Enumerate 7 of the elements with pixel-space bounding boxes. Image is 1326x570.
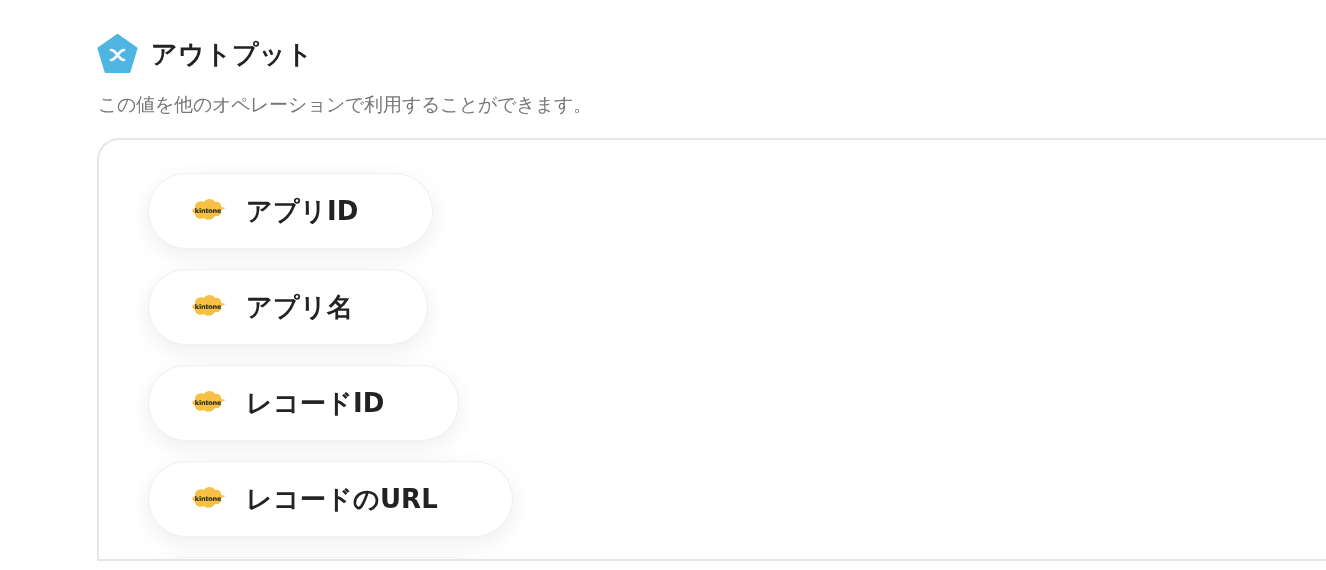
output-label: アプリ名 <box>246 290 353 324</box>
section-description: この値を他のオペレーションで利用することができます。 <box>98 92 593 117</box>
pentagon-icon <box>97 34 138 74</box>
output-label: アプリID <box>246 194 359 228</box>
output-label: レコードID <box>246 386 385 420</box>
output-label: レコードのURL <box>246 482 438 516</box>
section-title: アウトプット <box>151 37 313 71</box>
